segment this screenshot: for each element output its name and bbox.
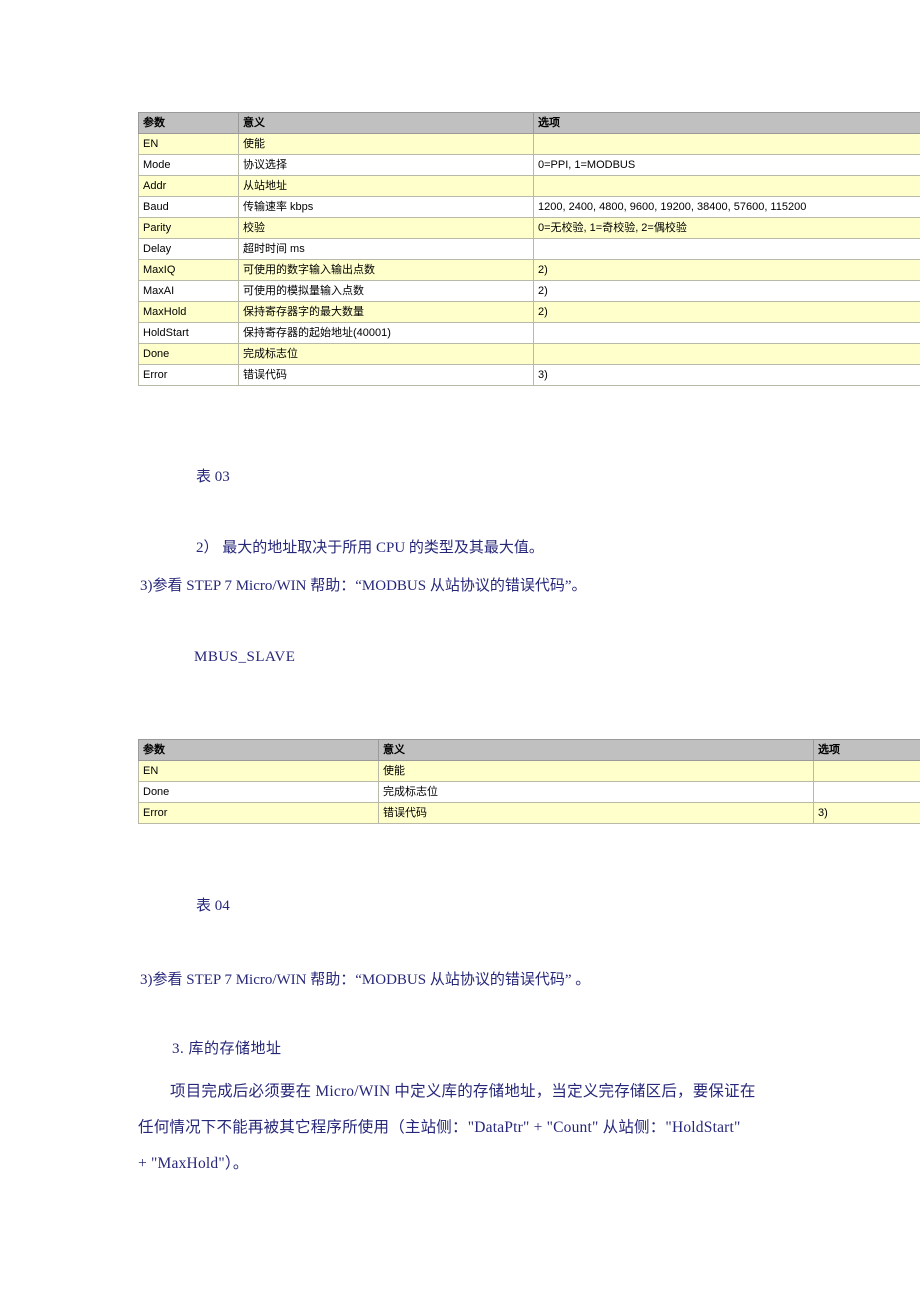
cell-options bbox=[533, 133, 920, 155]
cell-parameter: MaxIQ bbox=[138, 259, 239, 281]
column-header-parameter: 参数 bbox=[138, 112, 239, 134]
cell-meaning: 可使用的模拟量输入点数 bbox=[238, 280, 534, 302]
cell-options bbox=[533, 238, 920, 260]
footnote-3-slave: 3)参看 STEP 7 Micro/WIN 帮助：“MODBUS 从站协议的错误… bbox=[140, 972, 591, 988]
cell-options: 3) bbox=[533, 364, 920, 386]
cell-meaning: 错误代码 bbox=[238, 364, 534, 386]
cell-meaning: 使能 bbox=[378, 760, 814, 782]
cell-options: 2) bbox=[533, 259, 920, 281]
cell-meaning: 保持寄存器的起始地址(40001) bbox=[238, 322, 534, 344]
footnote-2-master: 2） 最大的地址取决于所用 CPU 的类型及其最大值。 bbox=[196, 540, 544, 556]
cell-options: 0=PPI, 1=MODBUS bbox=[533, 154, 920, 176]
cell-options: 2) bbox=[533, 280, 920, 302]
cell-parameter: Baud bbox=[138, 196, 239, 218]
cell-options: 3) bbox=[813, 802, 920, 824]
cell-meaning: 从站地址 bbox=[238, 175, 534, 197]
paragraph-library-storage: 项目完成后必须要在 Micro/WIN 中定义库的存储地址，当定义完存储区后，要… bbox=[138, 1074, 786, 1182]
caption-table-04: 表 04 bbox=[196, 898, 230, 914]
column-header-options: 选项 bbox=[533, 112, 920, 134]
table-row: Error 错误代码 3) bbox=[138, 802, 920, 824]
caption-table-03: 表 03 bbox=[196, 469, 230, 485]
cell-meaning: 错误代码 bbox=[378, 802, 814, 824]
paragraph-line: 任何情况下不能再被其它程序所使用（主站侧："DataPtr" + "Count"… bbox=[138, 1119, 741, 1136]
cell-parameter: EN bbox=[138, 760, 379, 782]
cell-meaning: 超时时间 ms bbox=[238, 238, 534, 260]
table-row: Error 错误代码 3) bbox=[138, 364, 920, 386]
cell-meaning: 使能 bbox=[238, 133, 534, 155]
table-row: Done 完成标志位 bbox=[138, 343, 920, 365]
cell-parameter: Done bbox=[138, 343, 239, 365]
cell-meaning: 可使用的数字输入输出点数 bbox=[238, 259, 534, 281]
cell-parameter: Error bbox=[138, 364, 239, 386]
cell-parameter: Delay bbox=[138, 238, 239, 260]
cell-options: 0=无校验, 1=奇校验, 2=偶校验 bbox=[533, 217, 920, 239]
table-row: Baud 传输速率 kbps 1200, 2400, 4800, 9600, 1… bbox=[138, 196, 920, 218]
table-row: MaxIQ 可使用的数字输入输出点数 2) bbox=[138, 259, 920, 281]
cell-meaning: 校验 bbox=[238, 217, 534, 239]
table-row: Addr 从站地址 bbox=[138, 175, 920, 197]
cell-parameter: Parity bbox=[138, 217, 239, 239]
cell-parameter: Addr bbox=[138, 175, 239, 197]
table-row: EN 使能 bbox=[138, 133, 920, 155]
paragraph-line: + "MaxHold"）。 bbox=[138, 1155, 249, 1172]
cell-options bbox=[813, 781, 920, 803]
cell-meaning: 完成标志位 bbox=[238, 343, 534, 365]
cell-parameter: HoldStart bbox=[138, 322, 239, 344]
cell-options bbox=[533, 322, 920, 344]
cell-parameter: Error bbox=[138, 802, 379, 824]
table-row: Delay 超时时间 ms bbox=[138, 238, 920, 260]
paragraph-line: 项目完成后必须要在 Micro/WIN 中定义库的存储地址，当定义完存储区后，要… bbox=[170, 1083, 756, 1100]
column-header-parameter: 参数 bbox=[138, 739, 379, 761]
table-row: EN 使能 bbox=[138, 760, 920, 782]
cell-options bbox=[533, 175, 920, 197]
cell-options: 1200, 2400, 4800, 9600, 19200, 38400, 57… bbox=[533, 196, 920, 218]
table-header-row: 参数 意义 选项 bbox=[138, 112, 920, 134]
cell-parameter: EN bbox=[138, 133, 239, 155]
cell-options: 2) bbox=[533, 301, 920, 323]
column-header-meaning: 意义 bbox=[378, 739, 814, 761]
cell-parameter: MaxHold bbox=[138, 301, 239, 323]
heading-library-storage-address: 3. 库的存储地址 bbox=[172, 1041, 282, 1057]
table-row: Done 完成标志位 bbox=[138, 781, 920, 803]
footnote-3-master: 3)参看 STEP 7 Micro/WIN 帮助：“MODBUS 从站协议的错误… bbox=[140, 578, 587, 594]
cell-meaning: 完成标志位 bbox=[378, 781, 814, 803]
cell-meaning: 传输速率 kbps bbox=[238, 196, 534, 218]
table-row: MaxAI 可使用的模拟量输入点数 2) bbox=[138, 280, 920, 302]
table-row: HoldStart 保持寄存器的起始地址(40001) bbox=[138, 322, 920, 344]
cell-options bbox=[813, 760, 920, 782]
table-row: MaxHold 保持寄存器字的最大数量 2) bbox=[138, 301, 920, 323]
table-row: Mode 协议选择 0=PPI, 1=MODBUS bbox=[138, 154, 920, 176]
master-parameter-table: 参数 意义 选项 EN 使能 Mode 协议选择 0=PPI, 1=MODBUS… bbox=[138, 112, 920, 386]
table-header-row: 参数 意义 选项 bbox=[138, 739, 920, 761]
cell-parameter: Done bbox=[138, 781, 379, 803]
cell-options bbox=[533, 343, 920, 365]
cell-meaning: 协议选择 bbox=[238, 154, 534, 176]
heading-mbus-slave: MBUS_SLAVE bbox=[194, 649, 296, 665]
column-header-meaning: 意义 bbox=[238, 112, 534, 134]
cell-meaning: 保持寄存器字的最大数量 bbox=[238, 301, 534, 323]
cell-parameter: Mode bbox=[138, 154, 239, 176]
table-row: Parity 校验 0=无校验, 1=奇校验, 2=偶校验 bbox=[138, 217, 920, 239]
column-header-options: 选项 bbox=[813, 739, 920, 761]
slave-parameter-table: 参数 意义 选项 EN 使能 Done 完成标志位 Error 错误代码 3) bbox=[138, 739, 920, 824]
cell-parameter: MaxAI bbox=[138, 280, 239, 302]
